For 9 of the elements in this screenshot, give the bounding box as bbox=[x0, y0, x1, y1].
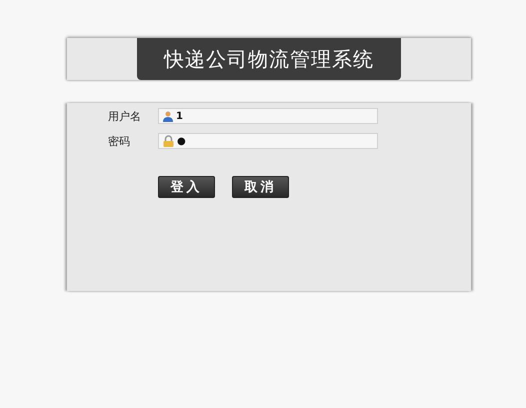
field-label: 密码 bbox=[108, 134, 131, 148]
cancel-button[interactable]: 取消 bbox=[232, 176, 289, 198]
username-field[interactable]: 1 bbox=[158, 108, 378, 124]
app-title: 快递公司物流管理系统 bbox=[137, 38, 401, 80]
padlock-icon bbox=[163, 135, 174, 147]
user-icon bbox=[163, 110, 173, 122]
password-field[interactable]: ● bbox=[158, 133, 378, 149]
login-button[interactable]: 登入 bbox=[158, 176, 215, 198]
field-label: 用户名 bbox=[108, 108, 142, 124]
